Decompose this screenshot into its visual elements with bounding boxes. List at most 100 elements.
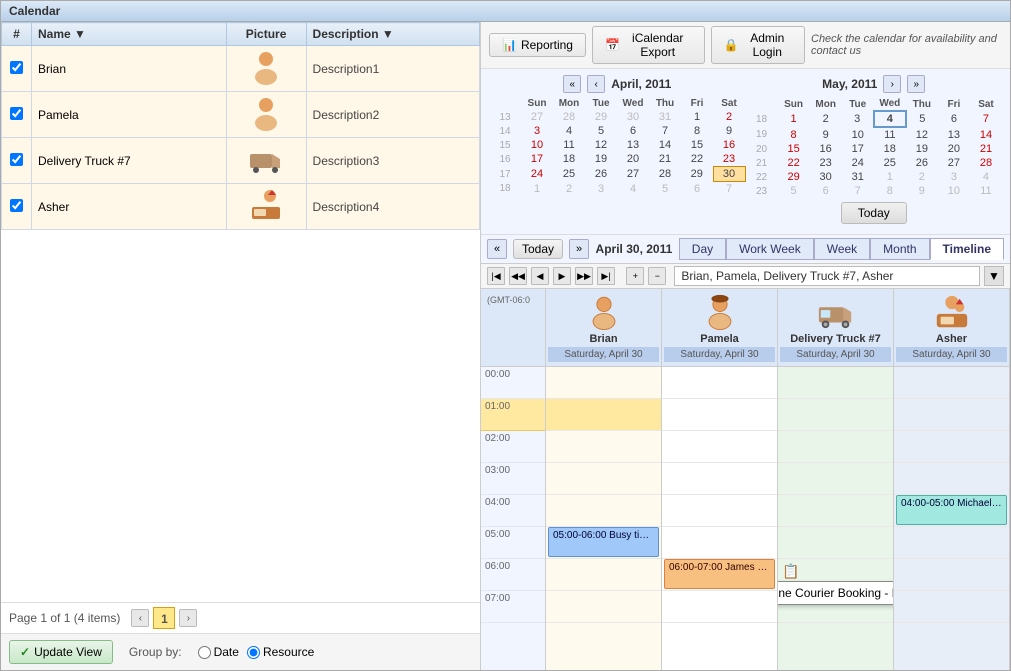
cal-day[interactable]: 5 (649, 182, 681, 197)
cal-day[interactable]: 22 (681, 152, 713, 167)
update-view-button[interactable]: ✓ Update View (9, 640, 113, 664)
cal-day[interactable]: 6 (681, 182, 713, 197)
tab-day[interactable]: Day (679, 238, 726, 260)
cal-day[interactable]: 15 (778, 142, 810, 156)
slot-row[interactable] (662, 399, 777, 431)
admin-login-button[interactable]: 🔒 Admin Login (711, 26, 805, 64)
cal-day[interactable]: 11 (970, 184, 1002, 198)
cal-day[interactable]: 7 (970, 111, 1002, 127)
slot-row[interactable] (546, 399, 661, 431)
tl-next2-btn[interactable]: ▶▶ (575, 267, 593, 285)
prev-page-btn[interactable]: ‹ (131, 609, 149, 627)
reporting-button[interactable]: 📊 Reporting (489, 33, 586, 57)
slot-row[interactable] (778, 495, 893, 527)
icalendar-button[interactable]: 📅 iCalendar Export (592, 26, 705, 64)
slot-row[interactable] (778, 527, 893, 559)
cal-day[interactable]: 11 (553, 138, 585, 152)
cal-day[interactable]: 1 (778, 111, 810, 127)
slot-row[interactable] (546, 463, 661, 495)
cal-day[interactable]: 1 (874, 170, 906, 184)
cal-day[interactable]: 14 (970, 127, 1002, 142)
cal-day[interactable]: 30 (713, 167, 745, 182)
cal-day[interactable]: 5 (585, 124, 617, 138)
asher-event-1[interactable]: 04:00-05:00 Michael S. (Busy time) (896, 495, 1007, 525)
cal-day[interactable]: 24 (521, 167, 553, 182)
slot-row[interactable] (662, 431, 777, 463)
cal-day[interactable]: 20 (938, 142, 970, 156)
cal-day[interactable]: 28 (649, 167, 681, 182)
cal-day[interactable]: 16 (713, 138, 745, 152)
slot-row[interactable] (778, 431, 893, 463)
tl-prev2-btn[interactable]: ◀◀ (509, 267, 527, 285)
cal-day[interactable]: 22 (778, 156, 810, 170)
group-date-radio[interactable]: Date (198, 645, 239, 659)
filter-dropdown-btn[interactable]: ▼ (984, 266, 1004, 286)
cal-day[interactable]: 31 (842, 170, 874, 184)
cal-day[interactable]: 8 (874, 184, 906, 198)
may-next2-btn[interactable]: » (907, 75, 925, 93)
tl-remove-btn[interactable]: − (648, 267, 666, 285)
slot-row[interactable] (894, 591, 1009, 623)
resource-checkbox-1[interactable] (10, 107, 23, 120)
tl-add-btn[interactable]: + (626, 267, 644, 285)
slot-row[interactable] (894, 559, 1009, 591)
cal-day[interactable]: 2 (906, 170, 938, 184)
tab-month[interactable]: Month (870, 238, 929, 260)
first-btn[interactable]: « (487, 239, 507, 259)
slot-row[interactable] (546, 431, 661, 463)
group-date-input[interactable] (198, 646, 211, 659)
cal-day[interactable]: 5 (778, 184, 810, 198)
cal-day[interactable]: 27 (521, 110, 553, 124)
cal-day[interactable]: 23 (810, 156, 842, 170)
cal-day[interactable]: 12 (906, 127, 938, 142)
slot-row[interactable] (662, 367, 777, 399)
cal-day[interactable]: 7 (649, 124, 681, 138)
cal-day[interactable]: 1 (681, 110, 713, 124)
resource-checkbox-2[interactable] (10, 153, 23, 166)
cal-day[interactable]: 24 (842, 156, 874, 170)
cal-day[interactable]: 29 (681, 167, 713, 182)
resource-checkbox-3[interactable] (10, 199, 23, 212)
tab-timeline[interactable]: Timeline (930, 238, 1004, 260)
cal-day[interactable]: 7 (713, 182, 745, 197)
tooltip-trigger[interactable]: 📋 (782, 563, 799, 580)
cal-day[interactable]: 2 (553, 182, 585, 197)
tl-next-btn[interactable]: ▶ (553, 267, 571, 285)
cal-day[interactable]: 25 (553, 167, 585, 182)
cal-day[interactable]: 1 (521, 182, 553, 197)
cal-day[interactable]: 4 (874, 111, 906, 127)
today-nav-button[interactable]: Today (513, 239, 563, 259)
tl-prev-btn[interactable]: ◀ (531, 267, 549, 285)
cal-day[interactable]: 28 (553, 110, 585, 124)
tl-last-btn[interactable]: ▶| (597, 267, 615, 285)
cal-day[interactable]: 31 (649, 110, 681, 124)
tl-first-btn[interactable]: |◀ (487, 267, 505, 285)
next-nav-btn[interactable]: » (569, 239, 589, 259)
tab-week[interactable]: Week (814, 238, 870, 260)
cal-day[interactable]: 4 (617, 182, 649, 197)
april-prev-btn[interactable]: « (563, 75, 581, 93)
cal-day[interactable]: 20 (617, 152, 649, 167)
slot-row[interactable] (546, 367, 661, 399)
cal-day[interactable]: 7 (842, 184, 874, 198)
today-button[interactable]: Today (841, 202, 907, 224)
cal-day[interactable]: 13 (617, 138, 649, 152)
cal-day[interactable]: 9 (906, 184, 938, 198)
slot-row[interactable] (894, 399, 1009, 431)
cal-day[interactable]: 29 (778, 170, 810, 184)
cal-day[interactable]: 14 (649, 138, 681, 152)
group-resource-input[interactable] (247, 646, 260, 659)
cal-day[interactable]: 18 (874, 142, 906, 156)
cal-day[interactable]: 10 (842, 127, 874, 142)
cal-day[interactable]: 25 (874, 156, 906, 170)
tab-work-week[interactable]: Work Week (726, 238, 814, 260)
cal-day[interactable]: 9 (810, 127, 842, 142)
resource-checkbox-0[interactable] (10, 61, 23, 74)
cal-day[interactable]: 12 (585, 138, 617, 152)
cal-day[interactable]: 27 (617, 167, 649, 182)
slot-row[interactable] (894, 431, 1009, 463)
cal-day[interactable]: 26 (585, 167, 617, 182)
cal-day[interactable]: 4 (970, 170, 1002, 184)
cal-day[interactable]: 21 (649, 152, 681, 167)
cal-day[interactable]: 4 (553, 124, 585, 138)
